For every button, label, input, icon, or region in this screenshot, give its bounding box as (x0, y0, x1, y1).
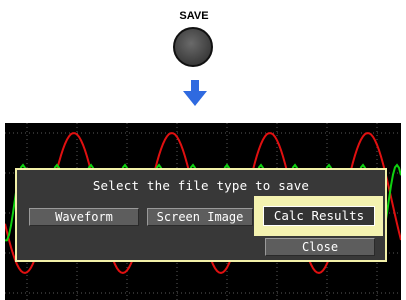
calc-results-option-button[interactable]: Calc Results (263, 206, 375, 226)
close-button[interactable]: Close (265, 238, 375, 256)
screen-image-option-button[interactable]: Screen Image (147, 208, 253, 226)
save-key-button[interactable] (173, 27, 213, 67)
arrow-down-icon (183, 80, 207, 106)
dialog-title: Select the file type to save (92, 178, 310, 193)
oscilloscope-screen: Select the file type to save Waveform Sc… (5, 123, 401, 300)
waveform-option-button[interactable]: Waveform (29, 208, 139, 226)
save-file-type-dialog: Select the file type to save Waveform Sc… (15, 168, 387, 262)
save-key-label: SAVE (179, 10, 209, 22)
